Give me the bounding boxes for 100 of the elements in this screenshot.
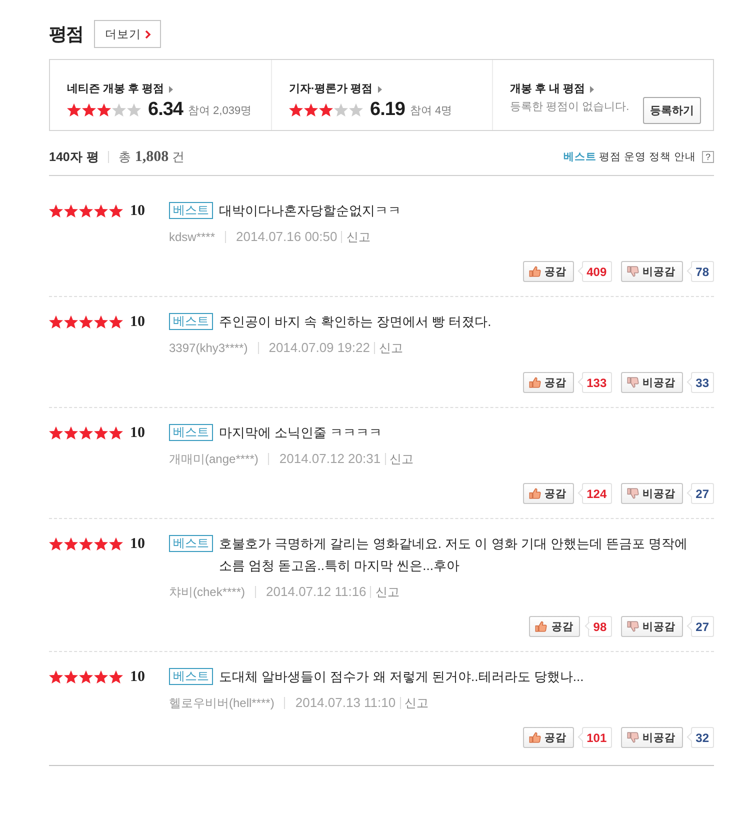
best-badge: 베스트 (169, 313, 213, 330)
rating-title-link[interactable]: 기자·평론가 평점 (289, 81, 382, 97)
thumbs-up-icon (528, 377, 541, 388)
report-link[interactable]: 신고 (404, 694, 429, 712)
like-count: 98 (583, 616, 612, 637)
review-date: 2014.07.09 19:22 (268, 339, 370, 357)
best-badge: 베스트 (169, 668, 213, 685)
star-icon (79, 204, 93, 218)
like-count: 124 (576, 483, 612, 504)
star-icon (109, 426, 123, 440)
author-name: 3397(khy3****) (169, 340, 248, 357)
thumbs-up-icon (528, 488, 541, 499)
dislike-count: 32 (686, 727, 714, 748)
star-icon (97, 103, 111, 117)
caret-icon (169, 86, 174, 92)
rating-title-link[interactable]: 개봉 후 내 평점 (510, 81, 594, 97)
report-link[interactable]: 신고 (390, 450, 414, 468)
rating-title-link[interactable]: 네티즌 개봉 후 평점 (67, 81, 174, 97)
help-button[interactable]: ? (702, 151, 714, 163)
review-date: 2014.07.12 11:16 (266, 583, 366, 601)
star-icon (349, 103, 363, 117)
star-icon (64, 204, 78, 218)
review-date: 2014.07.16 00:50 (236, 228, 338, 246)
star-icon (49, 670, 63, 684)
star-icon (64, 537, 78, 551)
review-total: 총 1,808 건 (118, 148, 186, 167)
dislike-count: 33 (686, 372, 714, 393)
author-name: kdsw**** (169, 229, 216, 246)
star-icon (289, 103, 303, 117)
dislike-count: 27 (686, 483, 714, 504)
star-icon (94, 426, 108, 440)
star-icon (82, 103, 96, 117)
dislike-button[interactable]: 비공감 (620, 372, 683, 393)
like-count: 133 (576, 372, 612, 393)
star-icon (64, 426, 78, 440)
author-name: 챠비(chek****) (169, 584, 246, 601)
caret-icon (378, 86, 382, 92)
star-icon (94, 537, 108, 551)
rating-score: 6.19 (370, 99, 405, 121)
star-icon (109, 537, 123, 551)
review-text: 마지막에 소닉인줄 ㅋㅋㅋㅋ (219, 424, 384, 442)
star-icon (109, 670, 123, 684)
review-text: 대박이다나혼자당할순없지ㅋㅋ (219, 202, 402, 220)
like-count: 101 (576, 727, 612, 748)
report-link[interactable]: 신고 (378, 339, 403, 357)
author-name: 헬로우비버(hell****) (169, 695, 274, 712)
policy-link[interactable]: 베스트 평점 운영 정책 안내 (563, 150, 696, 164)
rating-score: 6.34 (148, 99, 183, 121)
star-icon (94, 315, 108, 329)
thumbs-down-icon (626, 266, 639, 277)
thumbs-down-icon (626, 621, 639, 632)
report-link[interactable]: 신고 (346, 228, 370, 246)
thumbs-up-icon (528, 266, 541, 277)
like-button[interactable]: 공감 (522, 261, 574, 282)
review-score: 10 (130, 536, 145, 552)
review-score: 10 (130, 668, 145, 686)
author-name: 개매미(ange****) (169, 451, 258, 468)
register-button[interactable]: 등록하기 (643, 97, 701, 124)
star-icon (49, 315, 63, 329)
participant-count: 참여 2,039명 (188, 104, 252, 118)
chevron-icon (145, 30, 151, 38)
like-button[interactable]: 공감 (522, 483, 574, 504)
star-icon (334, 103, 348, 117)
like-button[interactable]: 공감 (529, 616, 580, 637)
dislike-button[interactable]: 비공감 (620, 261, 683, 282)
best-badge: 베스트 (169, 202, 213, 219)
star-icon (67, 103, 81, 117)
star-icon (79, 670, 93, 684)
more-button[interactable]: 더보기 (94, 20, 161, 48)
dislike-button[interactable]: 비공감 (620, 483, 683, 504)
dislike-button[interactable]: 비공감 (620, 727, 683, 748)
star-icon (109, 315, 123, 329)
review-date: 2014.07.12 20:31 (279, 450, 381, 468)
list-title: 140자 평 (49, 149, 100, 166)
star-icon (79, 315, 93, 329)
like-button[interactable]: 공감 (522, 727, 574, 748)
thumbs-up-icon (535, 621, 548, 632)
dislike-count: 27 (686, 616, 714, 637)
star-icon (304, 103, 318, 117)
dislike-count: 78 (686, 261, 714, 282)
star-icon (127, 103, 141, 117)
review-score: 10 (130, 202, 145, 220)
star-icon (79, 426, 93, 440)
thumbs-down-icon (626, 488, 639, 499)
like-button[interactable]: 공감 (522, 372, 574, 393)
review-score: 10 (130, 424, 145, 442)
star-icon (94, 204, 108, 218)
dislike-button[interactable]: 비공감 (620, 616, 683, 637)
best-badge: 베스트 (169, 424, 213, 441)
review-text: 도대체 알바생들이 점수가 왜 저렇게 된거야..테러라도 당했나... (219, 668, 585, 686)
star-icon (49, 537, 63, 551)
report-link[interactable]: 신고 (375, 583, 400, 601)
thumbs-up-icon (528, 732, 541, 743)
caret-icon (590, 86, 594, 92)
thumbs-down-icon (626, 377, 639, 388)
review-date: 2014.07.13 11:10 (295, 694, 396, 712)
star-icon (112, 103, 126, 117)
section-title: 평점 (49, 23, 83, 46)
participant-count: 참여 4명 (410, 104, 452, 118)
star-icon (64, 670, 78, 684)
